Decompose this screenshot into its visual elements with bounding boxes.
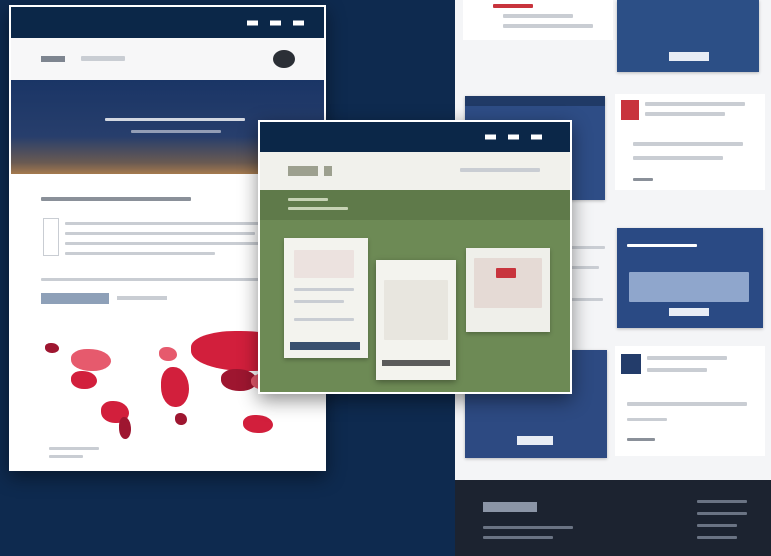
text-snippet [569,236,609,346]
middle-browser-window [258,120,572,394]
article-card[interactable] [615,94,765,190]
title-bar [11,7,324,38]
map-tab[interactable] [117,296,167,300]
submit-button[interactable] [290,342,360,350]
avatar [621,354,641,374]
profile-card[interactable] [615,346,765,456]
three-dash-icon[interactable] [247,20,304,25]
thumbnail-top-right[interactable] [617,0,759,72]
logo-icon [483,502,537,512]
document-card[interactable] [376,260,456,380]
user-avatar-icon[interactable] [273,50,295,68]
three-dash-icon[interactable] [485,134,542,140]
preview-card[interactable] [466,248,550,332]
card-action-button[interactable] [382,360,450,366]
page-footer [455,480,771,556]
pdf-icon [621,100,639,120]
app-logo-icon[interactable] [288,166,318,176]
app-toolbar [260,190,570,220]
thumbnail-top-left[interactable] [463,0,613,40]
app-header [260,152,570,190]
site-header [11,38,324,80]
form-card[interactable] [284,238,368,358]
quote-mark-icon [43,218,59,256]
chart-thumbnail[interactable] [617,228,763,328]
logo-icon[interactable] [41,56,65,62]
title-bar [260,122,570,152]
map-tab-active[interactable] [41,293,109,304]
